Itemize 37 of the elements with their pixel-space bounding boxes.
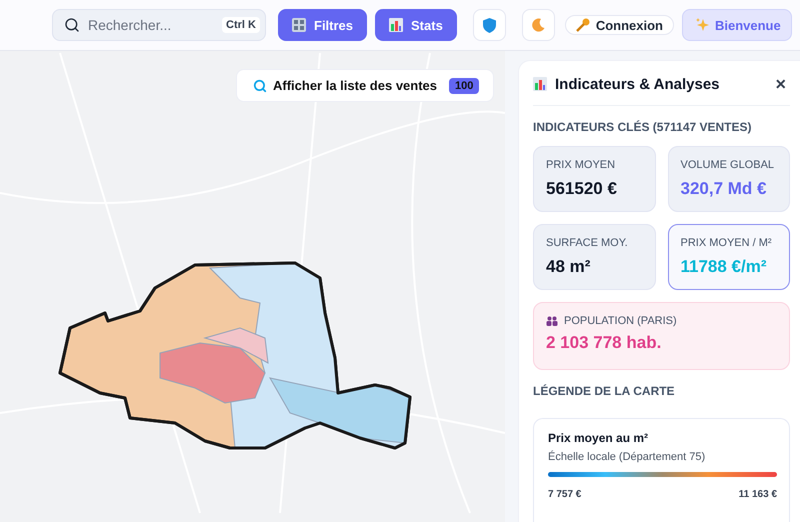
stat-label: SURFACE MOY.: [546, 237, 629, 249]
stat-value: 48 m²: [546, 257, 592, 277]
close-button[interactable]: ×: [771, 75, 790, 93]
stat-value: 11788 €/m²: [680, 257, 768, 277]
count-badge: 100: [449, 78, 480, 94]
shield-icon: [482, 18, 496, 32]
bar-chart-icon: [533, 77, 547, 91]
stat-value: 320,7 Md €: [680, 179, 768, 199]
bar-chart-icon: [389, 18, 404, 32]
stat-value: 561520 €: [546, 179, 618, 199]
section-heading: INDICATEURS CLÉS (571147 VENTES): [533, 120, 753, 134]
stat-label: PRIX MOYEN / M²: [680, 237, 773, 249]
stat-label: PRIX MOYEN: [546, 159, 616, 171]
legend-subtitle: Échelle locale (Département 75): [548, 451, 706, 463]
stat-value: 2 103 778 hab.: [546, 333, 662, 353]
sales-list-button[interactable]: Afficher la liste des ventes 100: [236, 69, 494, 102]
shortcut-hint: Ctrl K: [222, 17, 260, 33]
stat-label: VOLUME GLOBAL: [680, 159, 776, 171]
toolbar-button[interactable]: Bienvenue: [682, 9, 792, 41]
stat-label: POPULATION (PARIS): [564, 315, 677, 327]
icon-button[interactable]: [522, 9, 555, 41]
scale-min: 7 757 €: [548, 489, 582, 500]
search-icon: [253, 78, 267, 92]
toolbar-button[interactable]: Stats: [375, 9, 457, 41]
key-icon: [576, 18, 590, 32]
legend-title: Prix moyen au m²: [548, 431, 650, 445]
panel-title: Indicateurs & Analyses: [555, 76, 721, 92]
scale-max: 11 163 €: [738, 489, 777, 500]
moon-icon: [531, 18, 546, 32]
icon-button[interactable]: [472, 9, 506, 41]
grid-icon: [292, 18, 306, 32]
toolbar-button[interactable]: Filtres: [278, 9, 368, 41]
people-icon: [546, 316, 558, 326]
toolbar-button[interactable]: Connexion: [564, 15, 674, 35]
sparkles-icon: [694, 18, 709, 32]
search-icon: [64, 17, 80, 33]
section-heading: LÉGENDE DE LA CARTE: [533, 384, 676, 398]
